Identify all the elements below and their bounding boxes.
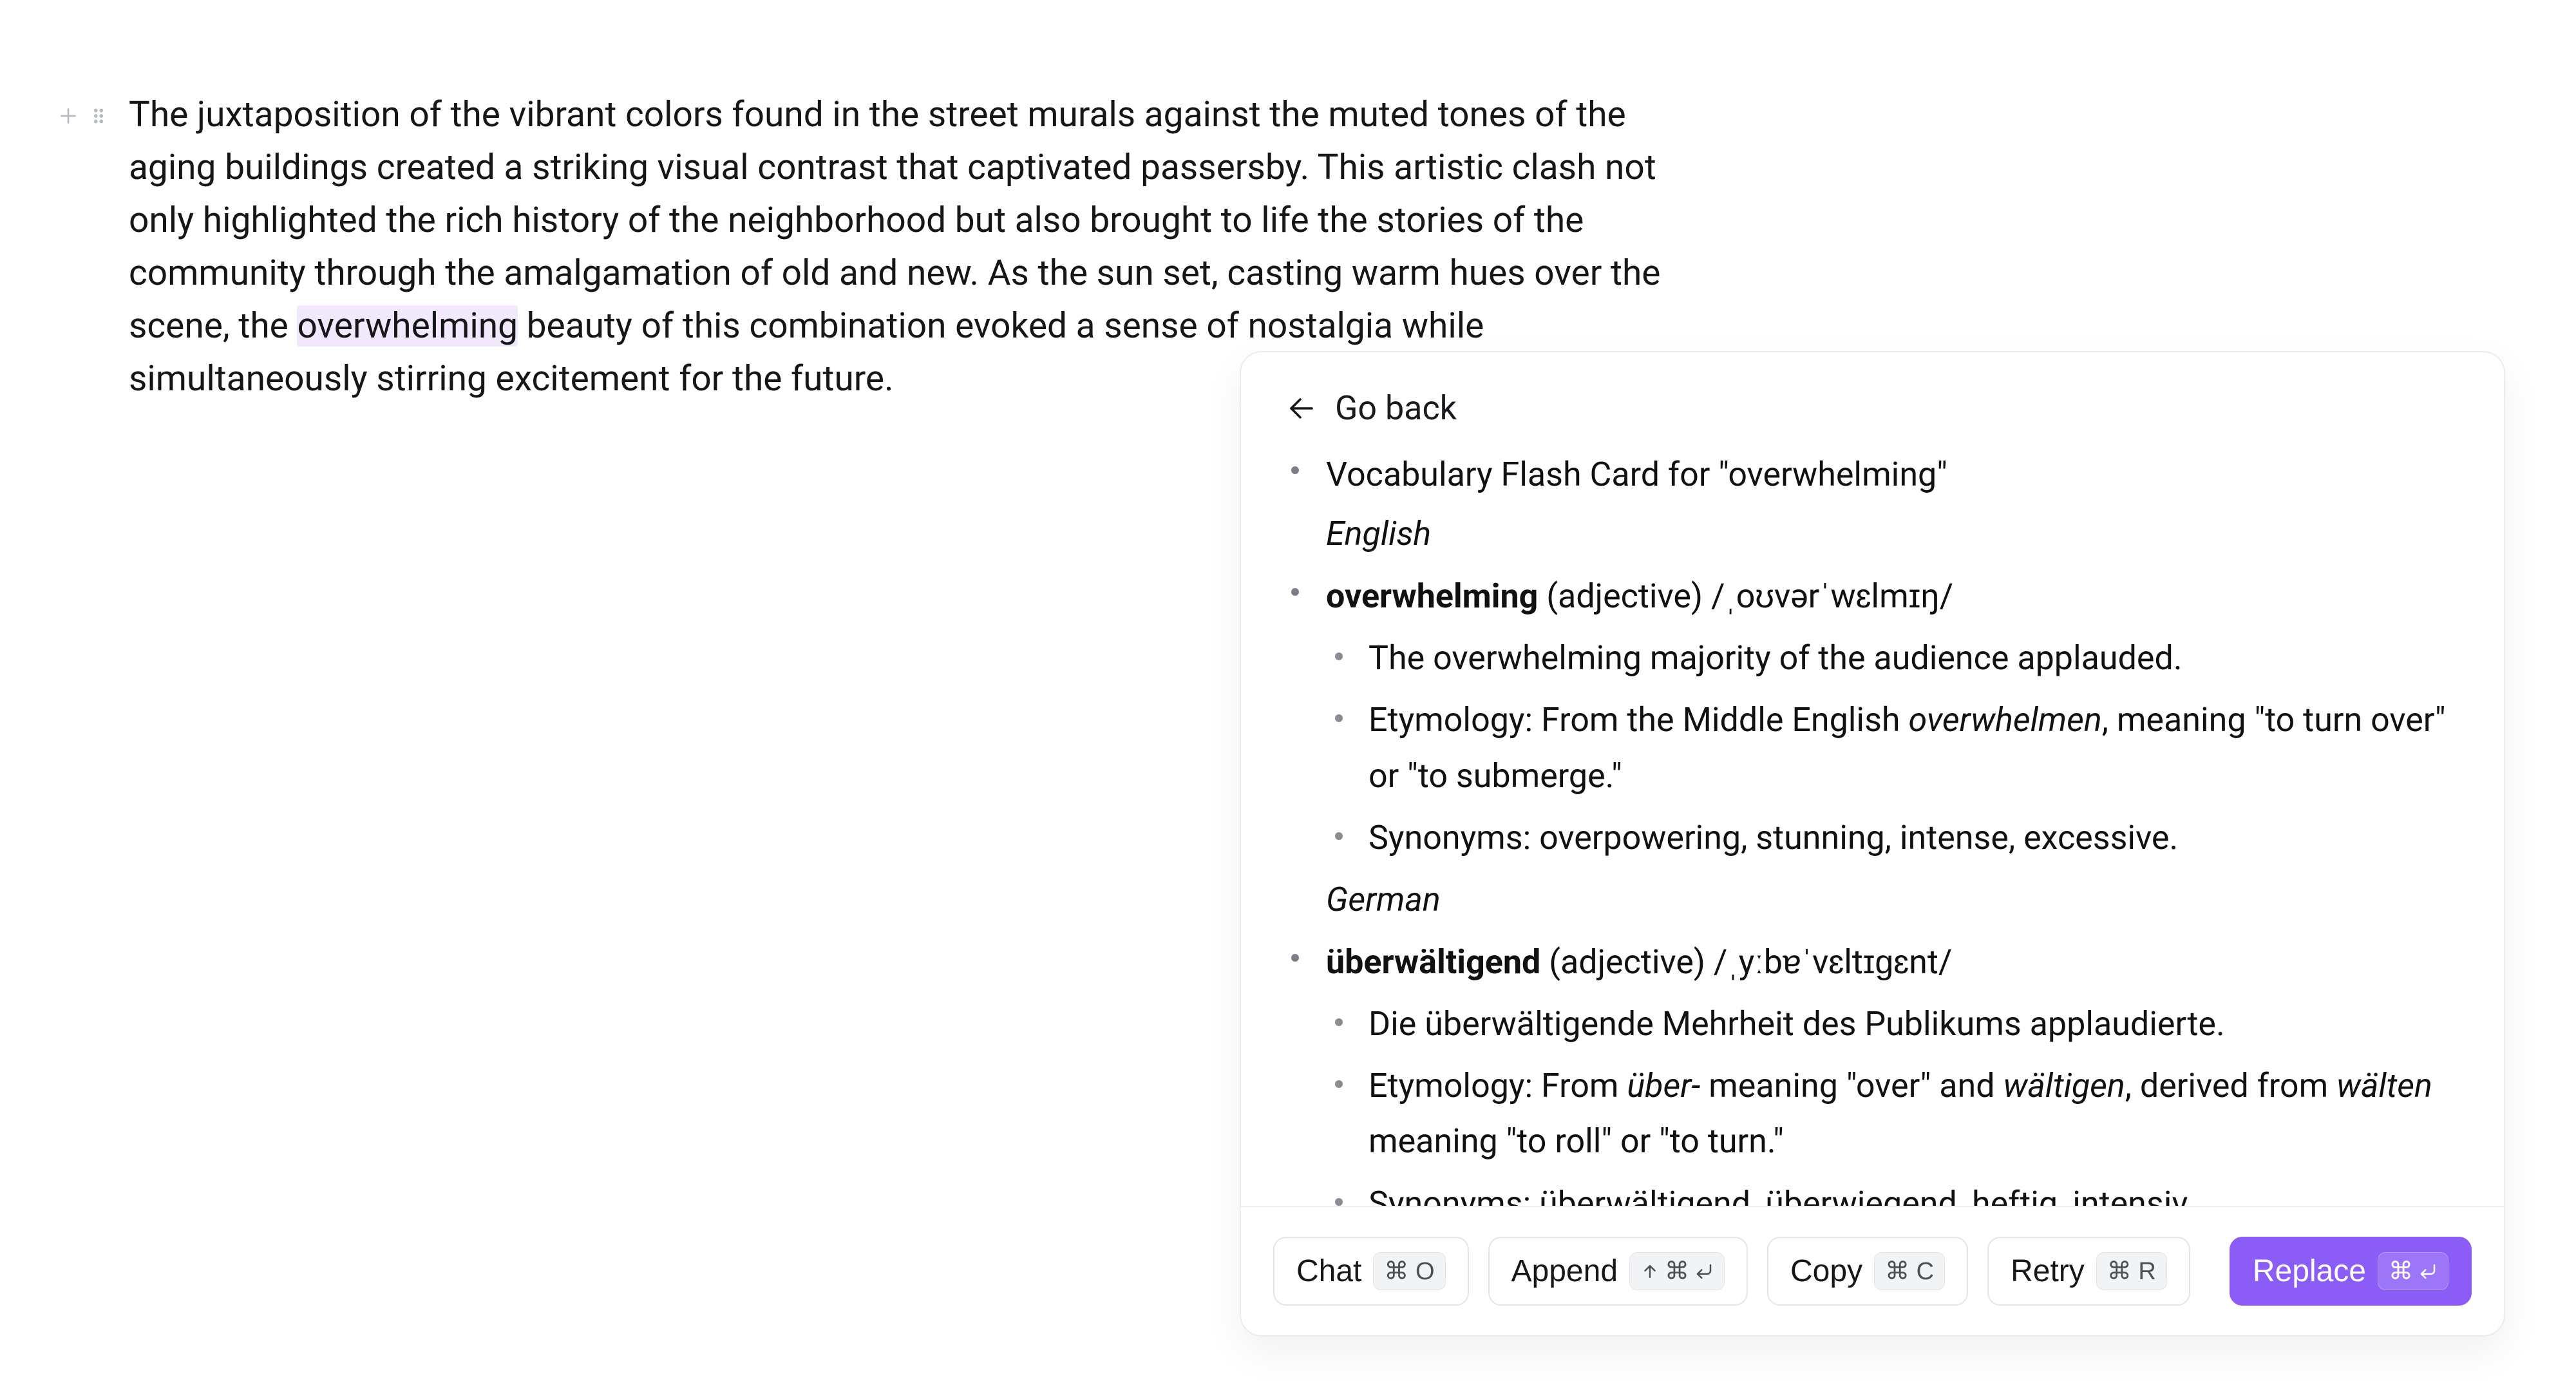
example-de: Die überwältigende Mehrheit des Publikum… xyxy=(1326,996,2454,1052)
add-block-icon[interactable] xyxy=(55,103,81,129)
chat-button-label: Chat xyxy=(1296,1253,1361,1289)
ety-en-pre: Etymology: From the Middle English xyxy=(1368,700,1908,739)
ety-de-it1: über- xyxy=(1627,1066,1700,1105)
entry-english: overwhelming (adjective) /ˌoʊvərˈwɛlmɪŋ/… xyxy=(1291,569,2454,928)
pos-en: (adjective) xyxy=(1538,576,1711,616)
flashcard-title: Vocabulary Flash Card for "overwhelming" xyxy=(1326,455,1947,494)
ety-de-it3: wälten xyxy=(2336,1066,2432,1105)
language-german: German xyxy=(1326,872,2454,928)
example-en: The overwhelming majority of the audienc… xyxy=(1326,631,2454,686)
chat-shortcut: ⌘ O xyxy=(1373,1252,1445,1290)
highlighted-word[interactable]: overwhelming xyxy=(297,305,518,347)
retry-button[interactable]: Retry ⌘ R xyxy=(1987,1237,2190,1306)
append-button-label: Append xyxy=(1511,1253,1618,1289)
chat-button[interactable]: Chat ⌘ O xyxy=(1273,1237,1469,1306)
language-english: English xyxy=(1326,506,2454,562)
copy-button-label: Copy xyxy=(1790,1253,1862,1289)
synonyms-de: Synonyms: überwältigend, überwiegend, he… xyxy=(1326,1176,2454,1206)
replace-shortcut: ⌘ xyxy=(2378,1252,2448,1290)
word-de: überwältigend xyxy=(1326,942,1540,982)
popover-header: Go back xyxy=(1241,352,2504,447)
synonyms-en: Synonyms: overpowering, stunning, intens… xyxy=(1326,810,2454,866)
entry-german: überwältigend (adjective) /ˌyːbɐˈvɛltɪɡɛ… xyxy=(1291,935,2454,1206)
pos-de: (adjective) xyxy=(1540,942,1714,982)
ai-popover: Go back Vocabulary Flash Card for "overw… xyxy=(1240,351,2505,1337)
block-gutter-controls xyxy=(55,103,109,129)
arrow-left-icon[interactable] xyxy=(1286,393,1317,424)
go-back-label[interactable]: Go back xyxy=(1335,388,1457,428)
copy-shortcut: ⌘ C xyxy=(1874,1252,1945,1290)
retry-shortcut: ⌘ R xyxy=(2096,1252,2167,1290)
word-en: overwhelming xyxy=(1326,576,1538,616)
flashcard-title-item: Vocabulary Flash Card for "overwhelming"… xyxy=(1291,447,2454,562)
replace-button-label: Replace xyxy=(2253,1253,2366,1289)
retry-button-label: Retry xyxy=(2011,1253,2085,1289)
ety-de-pre: Etymology: From xyxy=(1368,1066,1627,1105)
popover-body: Vocabulary Flash Card for "overwhelming"… xyxy=(1241,447,2504,1206)
ety-de-mid2: , derived from xyxy=(2125,1066,2336,1105)
append-button[interactable]: Append ⌘ xyxy=(1488,1237,1748,1306)
ipa-en: /ˌoʊvərˈwɛlmɪŋ/ xyxy=(1711,576,1953,616)
drag-handle-icon[interactable] xyxy=(88,105,109,127)
ety-en-it: overwhelmen xyxy=(1908,700,2101,739)
ety-de-mid1: meaning "over" and xyxy=(1700,1066,2003,1105)
ety-de-it2: wältigen xyxy=(2003,1066,2125,1105)
popover-footer: Chat ⌘ O Append ⌘ Copy ⌘ C Retry ⌘ R R xyxy=(1241,1206,2504,1335)
etymology-en: Etymology: From the Middle English overw… xyxy=(1326,692,2454,804)
append-shortcut: ⌘ xyxy=(1629,1252,1725,1290)
replace-button[interactable]: Replace ⌘ xyxy=(2230,1237,2472,1306)
copy-button[interactable]: Copy ⌘ C xyxy=(1767,1237,1968,1306)
ipa-de: /ˌyːbɐˈvɛltɪɡɛnt/ xyxy=(1714,942,1952,982)
ety-de-post: meaning "to roll" or "to turn." xyxy=(1368,1121,1784,1161)
etymology-de: Etymology: From über- meaning "over" and… xyxy=(1326,1058,2454,1170)
